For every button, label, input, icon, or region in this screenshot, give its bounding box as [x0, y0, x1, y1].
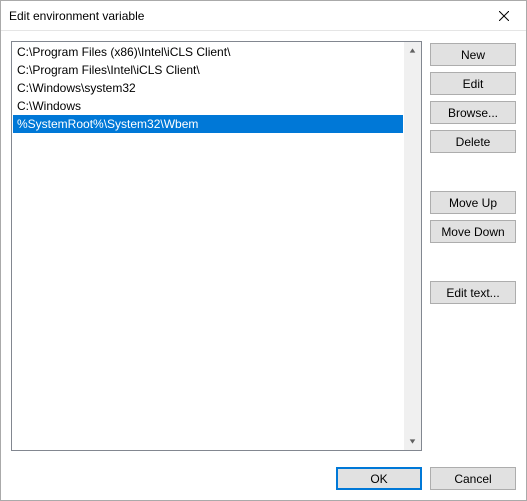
- list-item[interactable]: C:\Program Files (x86)\Intel\iCLS Client…: [13, 43, 403, 61]
- path-list[interactable]: C:\Program Files (x86)\Intel\iCLS Client…: [12, 42, 404, 450]
- list-item[interactable]: C:\Program Files\Intel\iCLS Client\: [13, 61, 403, 79]
- dialog-window: Edit environment variable C:\Program Fil…: [0, 0, 527, 501]
- list-item[interactable]: C:\Windows\system32: [13, 79, 403, 97]
- window-title: Edit environment variable: [9, 9, 481, 23]
- main-row: C:\Program Files (x86)\Intel\iCLS Client…: [11, 41, 516, 459]
- dialog-footer: OK Cancel: [11, 459, 516, 490]
- chevron-up-icon: [409, 47, 416, 54]
- browse-button[interactable]: Browse...: [430, 101, 516, 124]
- side-buttons: New Edit Browse... Delete Move Up Move D…: [430, 41, 516, 459]
- scroll-track[interactable]: [404, 59, 421, 433]
- new-button[interactable]: New: [430, 43, 516, 66]
- close-icon: [499, 11, 509, 21]
- edit-text-button[interactable]: Edit text...: [430, 281, 516, 304]
- scrollbar[interactable]: [404, 42, 421, 450]
- cancel-button[interactable]: Cancel: [430, 467, 516, 490]
- list-item[interactable]: C:\Windows: [13, 97, 403, 115]
- chevron-down-icon: [409, 438, 416, 445]
- list-item[interactable]: %SystemRoot%\System32\Wbem: [13, 115, 403, 133]
- scroll-up-button[interactable]: [404, 42, 421, 59]
- ok-button[interactable]: OK: [336, 467, 422, 490]
- titlebar: Edit environment variable: [1, 1, 526, 31]
- move-up-button[interactable]: Move Up: [430, 191, 516, 214]
- close-button[interactable]: [481, 1, 526, 30]
- scroll-down-button[interactable]: [404, 433, 421, 450]
- delete-button[interactable]: Delete: [430, 130, 516, 153]
- path-list-container: C:\Program Files (x86)\Intel\iCLS Client…: [11, 41, 422, 451]
- dialog-body: C:\Program Files (x86)\Intel\iCLS Client…: [1, 31, 526, 500]
- edit-button[interactable]: Edit: [430, 72, 516, 95]
- move-down-button[interactable]: Move Down: [430, 220, 516, 243]
